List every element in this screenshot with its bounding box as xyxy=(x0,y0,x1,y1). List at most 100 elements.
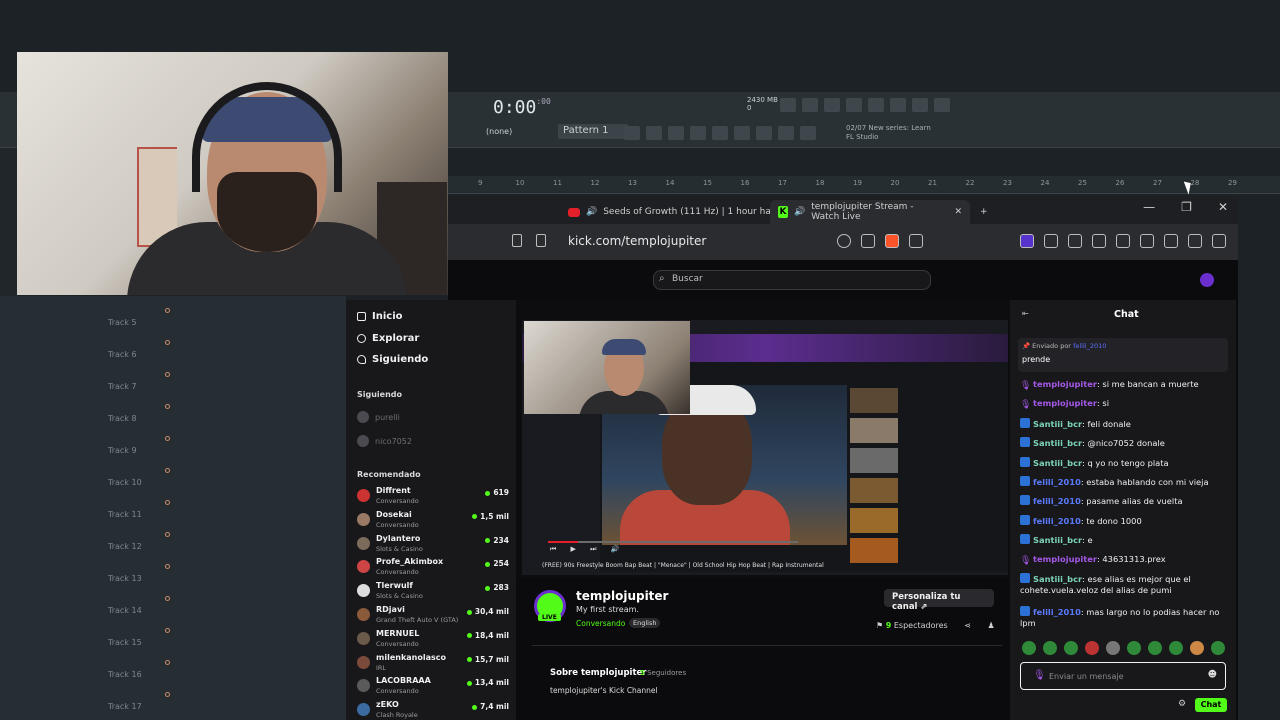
track-label[interactable]: Track 14 xyxy=(108,606,142,615)
fl-channel-rack-icon[interactable] xyxy=(668,126,684,140)
channel-name[interactable]: templojupiter xyxy=(576,589,668,603)
chat-message[interactable]: Santiii_bcr: feli donale xyxy=(1020,417,1220,430)
track-mute-icon[interactable] xyxy=(165,532,170,537)
chat-username[interactable]: templojupiter xyxy=(1033,379,1097,389)
fl-download-icon[interactable] xyxy=(934,98,950,112)
emoji-icon[interactable]: ☻ xyxy=(1208,670,1217,680)
tab-youtube[interactable]: 🔊 Seeds of Growth (111 Hz) | 1 hour hand xyxy=(560,200,790,224)
menu-icon[interactable] xyxy=(1212,234,1226,248)
emote-icon[interactable] xyxy=(1106,641,1120,655)
fl-mixer-icon[interactable] xyxy=(690,126,706,140)
fl-timeline-ruler[interactable]: 9 10 11 12 13 14 15 16 17 18 19 20 21 22 23 24 25 26 27 28 2… xyxy=(448,176,1280,194)
emote-icon[interactable] xyxy=(1169,641,1183,655)
recommended-channel[interactable]: RDjavi Grand Theft Auto V (GTA) 30,4 mil xyxy=(357,605,509,629)
track-label[interactable]: Track 13 xyxy=(108,574,142,583)
chat-message[interactable]: 🎙 templojupiter: 43631313.prex xyxy=(1020,554,1220,566)
track-mute-icon[interactable] xyxy=(165,564,170,569)
track-mute-icon[interactable] xyxy=(165,340,170,345)
emote-icon[interactable] xyxy=(1043,641,1057,655)
emote-icon[interactable] xyxy=(1211,641,1225,655)
chat-message[interactable]: felili_2010: pasame alias de vuelta xyxy=(1020,495,1220,507)
track-label[interactable]: Track 7 xyxy=(108,382,137,391)
chat-username[interactable]: templojupiter xyxy=(1033,398,1097,408)
user-avatar-icon[interactable] xyxy=(1200,273,1214,287)
chat-username[interactable]: felili_2010 xyxy=(1033,516,1081,526)
recommended-channel[interactable]: milenkanolasco IRL 15,7 mil xyxy=(357,653,509,677)
emote-icon[interactable] xyxy=(1022,641,1036,655)
site-settings-icon[interactable] xyxy=(536,234,546,247)
share-icon[interactable] xyxy=(861,234,875,248)
chat-message[interactable]: 🎙 templojupiter: si me bancan a muerte xyxy=(1020,379,1220,391)
fl-playlist-icon[interactable] xyxy=(624,126,640,140)
chat-username[interactable]: felili_2010 xyxy=(1033,607,1081,617)
fl-plugin-picker-icon[interactable] xyxy=(734,126,750,140)
fl-plugin-icon[interactable] xyxy=(890,98,906,112)
recommended-channel[interactable]: LACOBRAAA Conversando 13,4 mil xyxy=(357,676,509,700)
fl-brush-icon[interactable] xyxy=(756,126,772,140)
wallet-icon[interactable] xyxy=(1140,234,1154,248)
track-mute-icon[interactable] xyxy=(165,596,170,601)
stream-tag[interactable]: English xyxy=(629,618,661,628)
chat-message[interactable]: felili_2010: mas largo no lo podias hace… xyxy=(1020,606,1220,629)
gear-icon[interactable]: ⚙ xyxy=(1178,699,1186,709)
fl-pianoroll-icon[interactable] xyxy=(646,126,662,140)
track-label[interactable]: Track 10 xyxy=(108,478,142,487)
fl-cpu-icon[interactable] xyxy=(780,98,796,112)
fl-cart-icon[interactable] xyxy=(800,126,816,140)
add-extension-icon[interactable] xyxy=(1020,234,1034,248)
recommended-channel[interactable]: Dylantero Slots & Casino 234 xyxy=(357,534,509,558)
chat-message[interactable]: felili_2010: te dono 1000 xyxy=(1020,514,1220,527)
recommended-channel[interactable]: MERNUEL Conversando 18,4 mil xyxy=(357,629,509,653)
user-icon[interactable]: ♟ xyxy=(987,621,994,630)
chat-message[interactable]: Santiii_bcr: ese alias es mejor que el c… xyxy=(1020,573,1220,596)
leo-ai-icon[interactable] xyxy=(1164,234,1178,248)
following-item[interactable]: purelli xyxy=(357,411,400,423)
track-label[interactable]: Track 5 xyxy=(108,318,137,327)
tab-kick[interactable]: K 🔊 templojupiter Stream - Watch Live ✕ xyxy=(770,200,970,224)
track-mute-icon[interactable] xyxy=(165,372,170,377)
fl-snap-select[interactable]: (none) xyxy=(486,127,512,136)
nav-explorar[interactable]: Explorar xyxy=(357,333,419,344)
track-label[interactable]: Track 17 xyxy=(108,702,142,711)
recommended-channel[interactable]: Diffrent Conversando 619 xyxy=(357,486,509,510)
fl-browser-icon[interactable] xyxy=(712,126,728,140)
emote-icon[interactable] xyxy=(1190,641,1204,655)
speaker-icon[interactable]: 🔊 xyxy=(586,207,597,217)
track-mute-icon[interactable] xyxy=(165,404,170,409)
extensions-icon[interactable] xyxy=(1044,234,1058,248)
chat-username[interactable]: templojupiter xyxy=(1033,554,1097,564)
track-mute-icon[interactable] xyxy=(165,628,170,633)
fl-tools-icon[interactable] xyxy=(802,98,818,112)
close-button[interactable]: ✕ xyxy=(1218,200,1228,214)
collapse-chat-icon[interactable]: ⇤ xyxy=(1022,309,1029,318)
customize-channel-button[interactable]: Personaliza tu canal ⇗ xyxy=(884,589,994,612)
screenshot-icon[interactable] xyxy=(1068,234,1082,248)
nav-inicio[interactable]: Inicio xyxy=(357,311,403,322)
emote-icon[interactable] xyxy=(1148,641,1162,655)
brave-rewards-icon[interactable] xyxy=(909,234,923,248)
stream-category[interactable]: Conversando xyxy=(576,619,625,628)
recommended-channel[interactable]: zEKO Clash Royale 7,4 mil xyxy=(357,700,509,720)
chat-username[interactable]: Santiii_bcr xyxy=(1033,419,1082,429)
chat-username[interactable]: Santiii_bcr xyxy=(1033,535,1082,545)
chat-username[interactable]: felili_2010 xyxy=(1033,496,1081,506)
emote-icon[interactable] xyxy=(1064,641,1078,655)
chat-username[interactable]: Santiii_bcr xyxy=(1033,438,1082,448)
recommended-channel[interactable]: Dosekai Conversando 1,5 mil xyxy=(357,510,509,534)
track-label[interactable]: Track 12 xyxy=(108,542,142,551)
track-label[interactable]: Track 16 xyxy=(108,670,142,679)
new-tab-button[interactable]: + xyxy=(972,200,996,224)
track-mute-icon[interactable] xyxy=(165,660,170,665)
vpn-icon[interactable] xyxy=(1188,234,1202,248)
track-label[interactable]: Track 9 xyxy=(108,446,137,455)
track-mute-icon[interactable] xyxy=(165,308,170,313)
following-item[interactable]: nico7052 xyxy=(357,435,412,447)
track-mute-icon[interactable] xyxy=(165,500,170,505)
track-mute-icon[interactable] xyxy=(165,692,170,697)
speaker-icon[interactable]: 🔊 xyxy=(794,207,805,217)
fl-save-icon[interactable] xyxy=(868,98,884,112)
recommended-channel[interactable]: Profe_Akimbox Conversando 254 xyxy=(357,557,509,581)
player-progress-bar[interactable] xyxy=(548,541,798,543)
track-mute-icon[interactable] xyxy=(165,436,170,441)
fl-mic-icon[interactable] xyxy=(824,98,840,112)
